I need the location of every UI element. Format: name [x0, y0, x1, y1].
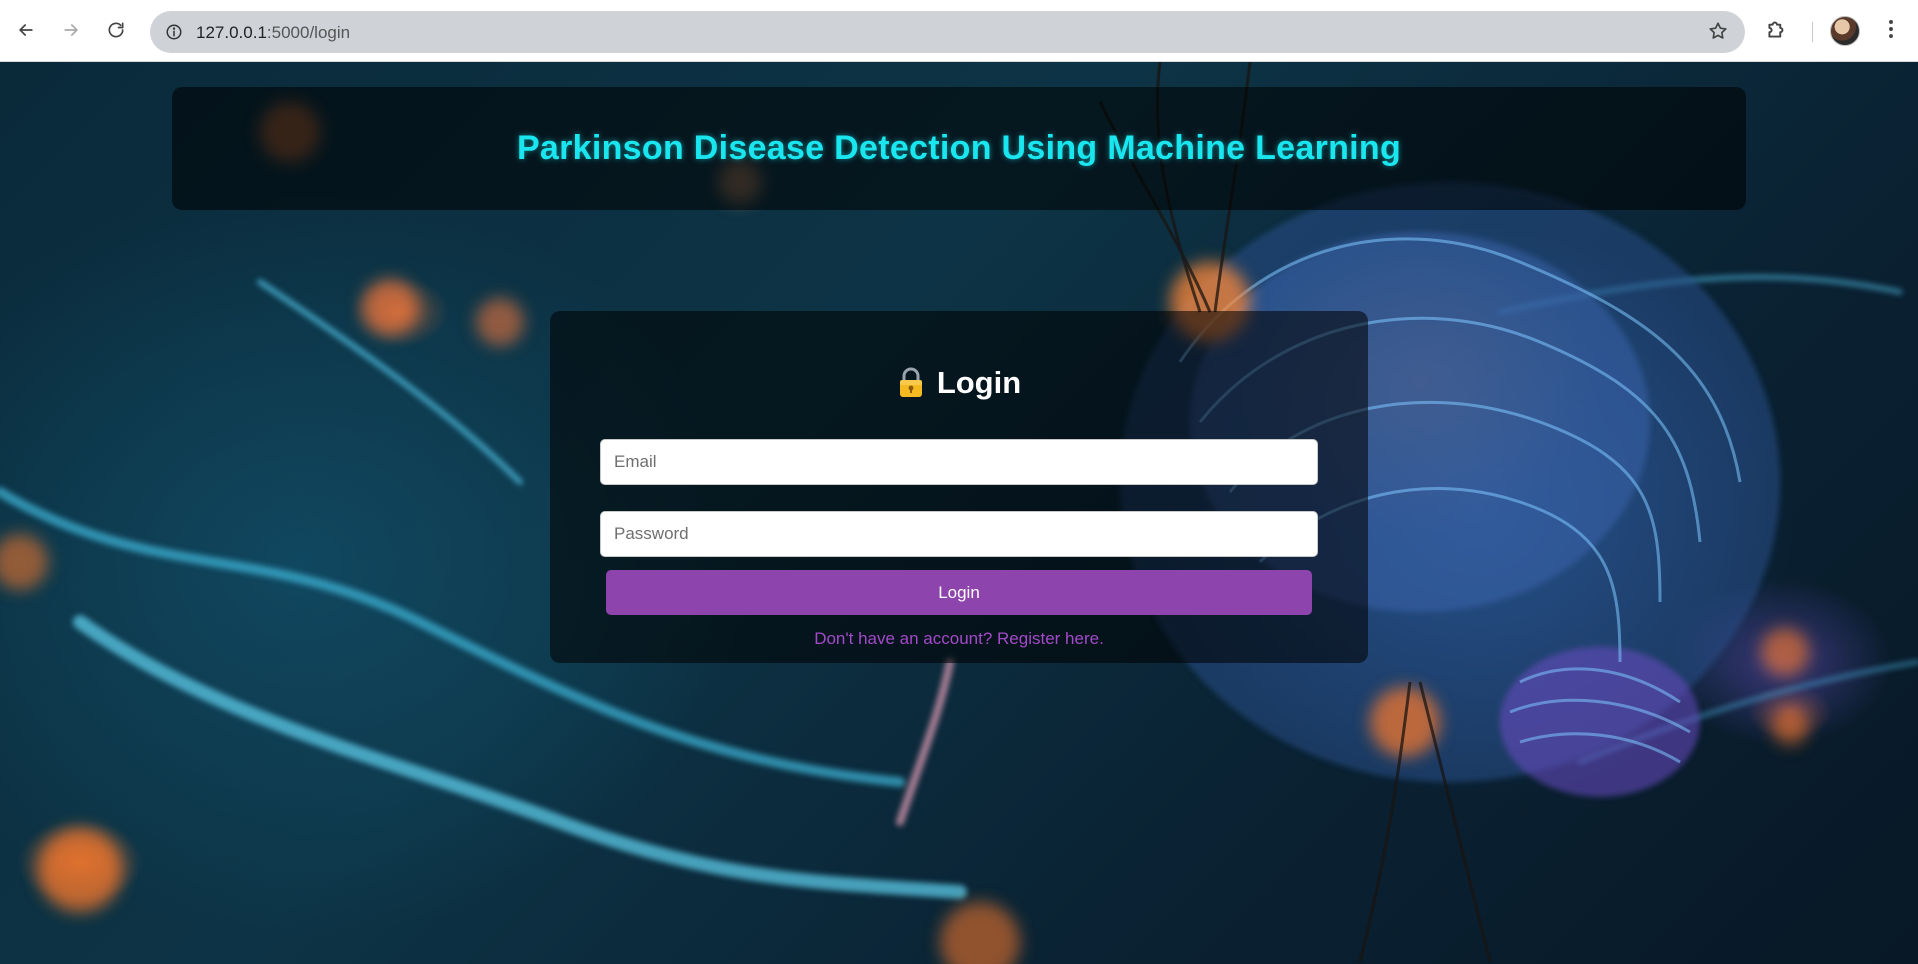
address-bar[interactable]: 127.0.0.1:5000/login — [150, 11, 1745, 53]
info-icon[interactable] — [158, 16, 190, 48]
kebab-menu-icon[interactable] — [1878, 16, 1908, 46]
login-title: Login — [936, 365, 1022, 400]
page-viewport: Parkinson Disease Detection Using Machin… — [0, 62, 1918, 964]
toolbar-divider — [1812, 22, 1813, 42]
browser-toolbar: 127.0.0.1:5000/login — [0, 0, 1918, 62]
password-field[interactable] — [600, 511, 1318, 557]
url-text[interactable]: 127.0.0.1:5000/login — [196, 23, 350, 43]
url-path: :5000/login — [266, 23, 351, 42]
register-link[interactable]: Don't have an account? Register here. — [550, 629, 1368, 649]
lock-icon — [897, 367, 925, 399]
login-button[interactable]: Login — [606, 570, 1312, 615]
profile-avatar[interactable] — [1830, 16, 1860, 46]
puzzle-icon[interactable] — [1764, 16, 1794, 46]
star-icon[interactable] — [1707, 20, 1731, 44]
email-field[interactable] — [600, 439, 1318, 485]
page-title: Parkinson Disease Detection Using Machin… — [516, 129, 1402, 167]
forward-arrow-icon[interactable] — [55, 14, 87, 46]
login-heading: Login — [550, 365, 1368, 401]
reload-icon[interactable] — [100, 14, 132, 46]
login-card: Login Login Don't have an account? Regis… — [550, 311, 1368, 663]
back-arrow-icon[interactable] — [10, 14, 42, 46]
header-banner: Parkinson Disease Detection Using Machin… — [172, 87, 1746, 210]
url-host: 127.0.0.1 — [196, 23, 267, 42]
